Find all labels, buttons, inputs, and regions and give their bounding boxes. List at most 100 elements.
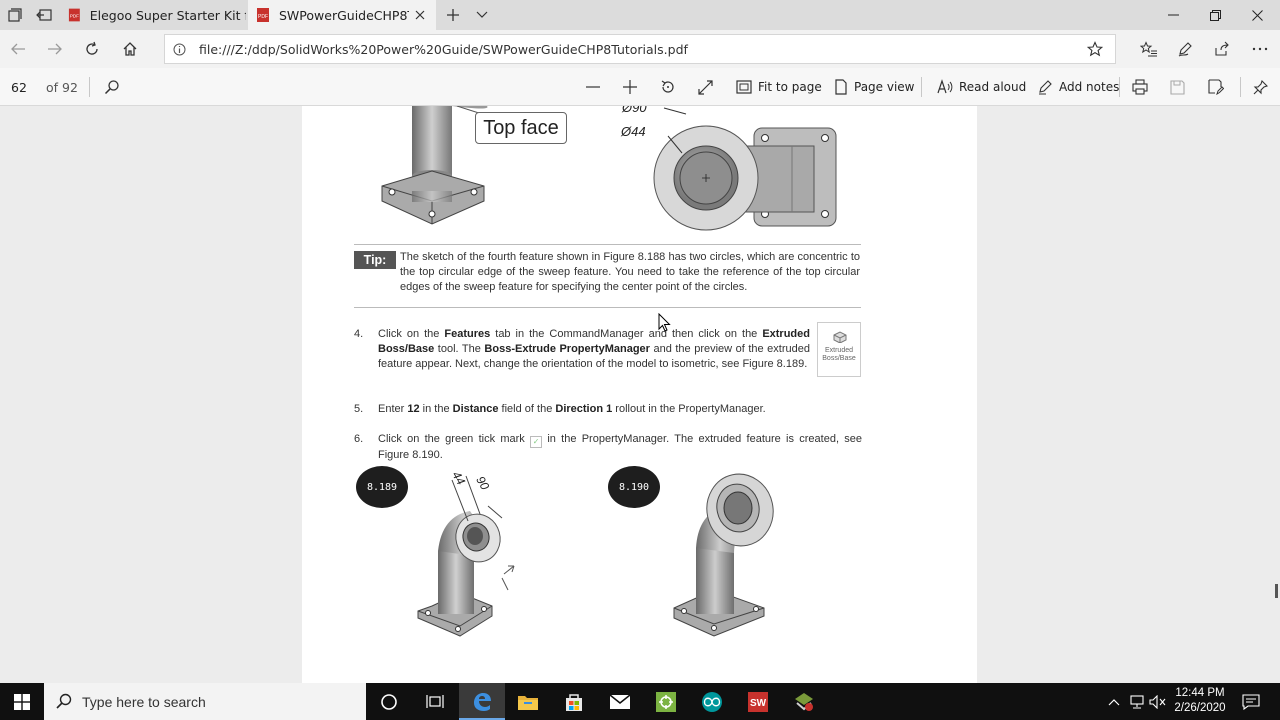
network-icon[interactable] [1126, 683, 1148, 720]
text: in the [419, 403, 453, 415]
back-arrow-icon[interactable] [8, 39, 28, 59]
arduino-icon[interactable] [689, 683, 735, 720]
print-icon[interactable] [1132, 76, 1154, 98]
green-tick-icon: ✓ [530, 436, 543, 448]
text: tab in the CommandManager and then click… [490, 328, 763, 340]
page-number-input[interactable] [4, 76, 34, 98]
fit-to-page-button[interactable]: Fit to page [736, 76, 822, 98]
address-bar: file:///Z:/ddp/SolidWorks%20Power%20Guid… [0, 30, 1280, 68]
clock-time: 12:44 PM [1175, 687, 1225, 699]
step-number: 5. [354, 403, 364, 415]
fit-page-icon [736, 80, 752, 94]
more-icon[interactable] [1250, 39, 1270, 59]
step-number: 6. [354, 433, 364, 445]
edge-icon[interactable] [459, 683, 505, 720]
tip-box: Tip: The sketch of the fourth feature sh… [354, 244, 861, 308]
figure-8-190-badge: 8.190 [608, 466, 660, 508]
solidworks-icon[interactable]: SW [735, 683, 781, 720]
windows-icon[interactable] [0, 683, 44, 720]
cortana-icon[interactable] [366, 683, 412, 720]
zoom-out-icon[interactable] [586, 76, 606, 98]
forward-arrow-icon[interactable] [45, 39, 65, 59]
pen-icon [1039, 80, 1052, 95]
star-icon[interactable] [1087, 41, 1103, 57]
maximize-icon[interactable] [1192, 0, 1238, 30]
new-tab-icon[interactable] [444, 6, 462, 24]
figure-8-189-drawing [417, 475, 515, 637]
tab-actions-icon[interactable] [6, 6, 24, 24]
text: Click on the [378, 328, 445, 340]
pdf-toolbar: of 92 Fit to page Page view Read aloud A… [0, 68, 1280, 106]
tab-elegoo[interactable]: PDF Elegoo Super Starter Kit for [60, 0, 246, 30]
diameter-90-label: Ø90 [622, 106, 647, 115]
home-icon[interactable] [120, 39, 140, 59]
rotate-icon[interactable] [660, 76, 682, 98]
save-as-icon[interactable] [1208, 76, 1230, 98]
read-aloud-icon [937, 79, 953, 94]
search-icon [56, 693, 72, 709]
pdf-icon: PDF [68, 8, 80, 22]
taskbar-search[interactable] [44, 683, 366, 720]
save-icon[interactable] [1170, 76, 1191, 98]
fit-to-page-label: Fit to page [758, 80, 822, 94]
taskbar: SW 12:44 PM 2/26/2020 [0, 683, 1280, 720]
read-aloud-label: Read aloud [959, 80, 1027, 94]
system-clock[interactable]: 12:44 PM 2/26/2020 [1166, 686, 1234, 716]
share-icon[interactable] [1212, 39, 1232, 59]
chevron-down-icon[interactable] [473, 6, 491, 24]
bold-text: Boss-Extrude PropertyManager [484, 343, 650, 355]
svg-text:PDF: PDF [70, 14, 79, 19]
add-notes-button[interactable]: Add notes [1037, 76, 1119, 98]
info-icon[interactable] [173, 43, 186, 56]
close-icon[interactable] [1234, 0, 1280, 30]
mail-icon[interactable] [597, 683, 643, 720]
pdf-icon: PDF [257, 8, 269, 22]
bold-text: Features [444, 328, 491, 340]
pdf-viewer[interactable]: Top face Ø90 Ø44 Tip: The sketch of the … [0, 106, 1280, 683]
close-icon[interactable] [414, 9, 426, 21]
step-4: 4. Click on the Features tab in the Comm… [354, 327, 814, 387]
read-aloud-button[interactable]: Read aloud [937, 76, 1026, 98]
page-view-icon [835, 79, 847, 95]
text: Enter [378, 403, 408, 415]
refresh-icon[interactable] [82, 39, 102, 59]
minimize-icon[interactable] [1150, 0, 1196, 30]
bold-text: Direction 1 [555, 403, 613, 415]
divider [1119, 77, 1120, 97]
tab-swpowerguide[interactable]: PDF SWPowerGuideCHP8Tutorials.pdf [248, 0, 436, 30]
text: Click on the green tick mark [378, 433, 531, 445]
green-app-icon[interactable] [643, 683, 689, 720]
back-tabs-icon[interactable] [35, 6, 53, 24]
file-explorer-icon[interactable] [505, 683, 551, 720]
step-5: 5. Enter 12 in the Distance field of the… [354, 402, 834, 418]
notification-icon[interactable] [1236, 683, 1266, 720]
chevron-up-icon[interactable] [1104, 683, 1124, 720]
favorites-icon[interactable] [1139, 39, 1159, 59]
pin-icon[interactable] [1253, 76, 1274, 98]
zoom-in-icon[interactable] [623, 76, 643, 98]
pen-icon[interactable] [1175, 39, 1195, 59]
figure-8-190-drawing [673, 473, 774, 637]
step-number: 4. [354, 328, 364, 340]
app-icon[interactable] [781, 683, 827, 720]
diameter-44-label: Ø44 [621, 124, 646, 139]
store-icon[interactable] [551, 683, 597, 720]
address-field[interactable]: file:///Z:/ddp/SolidWorks%20Power%20Guid… [164, 34, 1116, 64]
task-view-icon[interactable] [412, 683, 458, 720]
search-input[interactable] [82, 691, 352, 713]
divider [921, 77, 922, 97]
page-view-button[interactable]: Page view [834, 76, 915, 98]
volume-mute-icon[interactable] [1148, 683, 1168, 720]
figure-8-189-badge: 8.189 [356, 466, 408, 508]
divider [1240, 77, 1241, 97]
search-icon[interactable] [104, 76, 126, 98]
scrollbar-thumb[interactable] [1275, 584, 1278, 598]
url-text: file:///Z:/ddp/SolidWorks%20Power%20Guid… [199, 42, 688, 57]
elbow-front-view-drawing [653, 107, 837, 231]
clock-date: 2/26/2020 [1174, 702, 1226, 714]
fullscreen-icon[interactable] [698, 76, 719, 98]
tab-title: SWPowerGuideCHP8Tutorials.pdf [279, 7, 409, 23]
tab-title: Elegoo Super Starter Kit for [89, 7, 246, 23]
page-total: of 92 [46, 80, 78, 95]
tip-label: Tip: [354, 251, 396, 269]
